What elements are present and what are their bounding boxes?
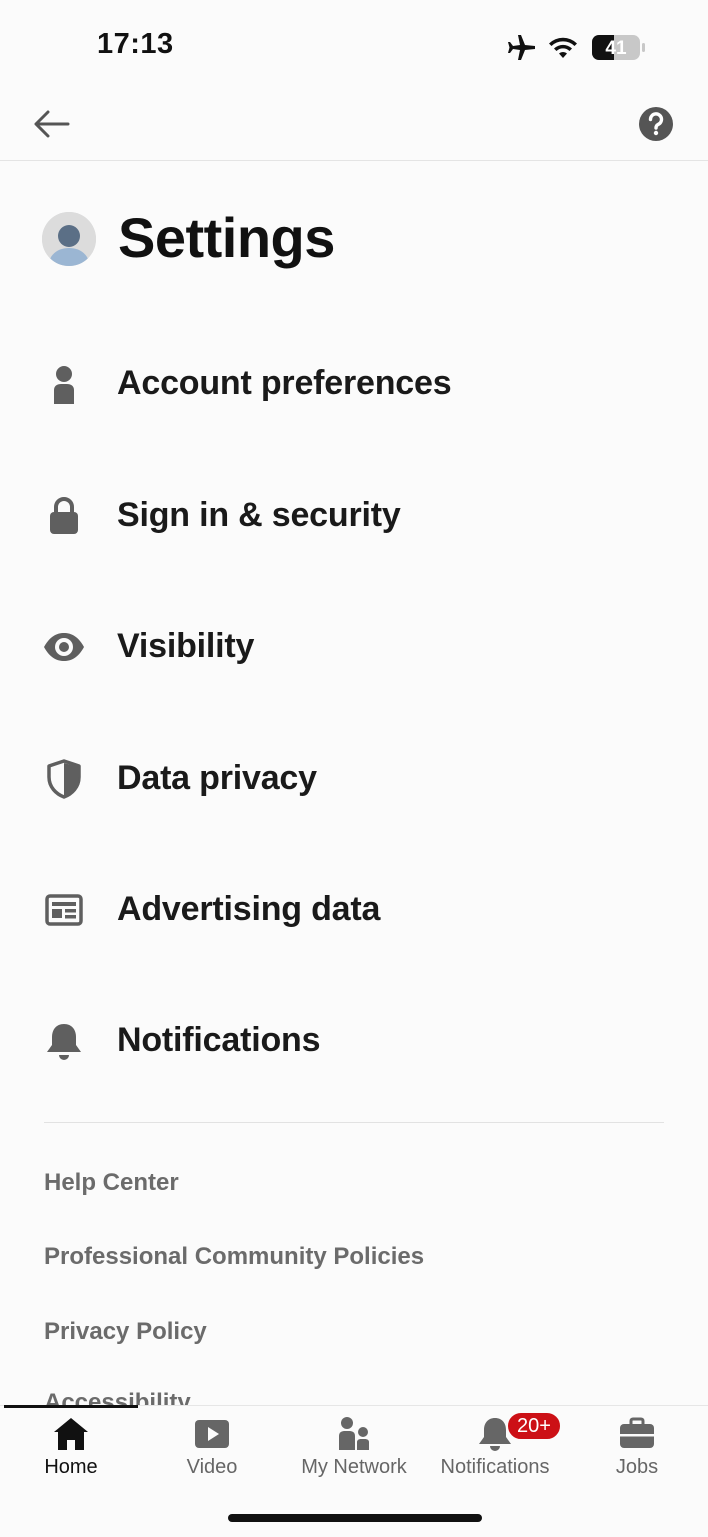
setting-visibility[interactable]: Visibility <box>0 597 708 697</box>
nav-home[interactable]: Home <box>0 1406 142 1491</box>
nav-my-network[interactable]: My Network <box>283 1406 425 1491</box>
wifi-icon <box>549 37 577 58</box>
ad-icon <box>42 890 86 930</box>
bell-icon <box>42 1021 86 1061</box>
divider <box>44 1122 664 1123</box>
notifications-badge: 20+ <box>506 1411 562 1441</box>
setting-advertising-data[interactable]: Advertising data <box>0 860 708 960</box>
briefcase-icon <box>617 1416 657 1452</box>
eye-icon <box>42 627 86 667</box>
setting-account-preferences[interactable]: Account preferences <box>0 334 708 434</box>
setting-sign-in-security[interactable]: Sign in & security <box>0 466 708 566</box>
help-center-link[interactable]: Help Center <box>44 1169 179 1197</box>
nav-active-indicator <box>4 1405 138 1408</box>
nav-video[interactable]: Video <box>141 1406 283 1491</box>
page-title: Settings <box>118 206 335 269</box>
setting-label: Notifications <box>117 1021 321 1059</box>
home-indicator[interactable] <box>228 1514 482 1522</box>
back-arrow-icon <box>34 110 70 138</box>
battery-icon: 41 <box>592 35 645 60</box>
setting-label: Sign in & security <box>117 496 401 534</box>
airplane-icon <box>508 35 535 60</box>
nav-label: Video <box>186 1456 238 1478</box>
help-icon <box>639 107 673 141</box>
setting-label: Visibility <box>117 627 255 665</box>
nav-label: Notifications <box>440 1456 550 1478</box>
setting-data-privacy[interactable]: Data privacy <box>0 729 708 829</box>
nav-label: My Network <box>301 1456 407 1478</box>
nav-jobs[interactable]: Jobs <box>566 1406 708 1491</box>
top-bar <box>0 88 708 161</box>
setting-label: Advertising data <box>117 890 381 928</box>
accessibility-label: Accessibility <box>44 1391 191 1405</box>
nav-label: Jobs <box>615 1456 659 1478</box>
home-icon <box>51 1416 91 1452</box>
network-icon <box>334 1416 374 1452</box>
community-policies-link[interactable]: Professional Community Policies <box>44 1243 424 1271</box>
back-button[interactable] <box>26 104 78 144</box>
shield-icon <box>42 759 86 799</box>
lock-icon <box>42 496 86 536</box>
person-icon <box>42 364 86 404</box>
help-button[interactable] <box>636 104 676 144</box>
setting-label: Data privacy <box>117 759 317 797</box>
profile-photo-icon <box>42 212 96 266</box>
avatar[interactable] <box>42 212 96 266</box>
video-icon <box>192 1416 232 1452</box>
setting-notifications[interactable]: Notifications <box>0 991 708 1091</box>
privacy-policy-link[interactable]: Privacy Policy <box>44 1318 207 1346</box>
setting-label: Account preferences <box>117 364 452 402</box>
status-icons: 41 <box>506 30 646 66</box>
status-time: 17:13 <box>97 28 174 60</box>
battery-level: 41 <box>605 38 627 59</box>
nav-label: Home <box>44 1456 98 1478</box>
accessibility-link[interactable]: Accessibility <box>44 1391 191 1405</box>
